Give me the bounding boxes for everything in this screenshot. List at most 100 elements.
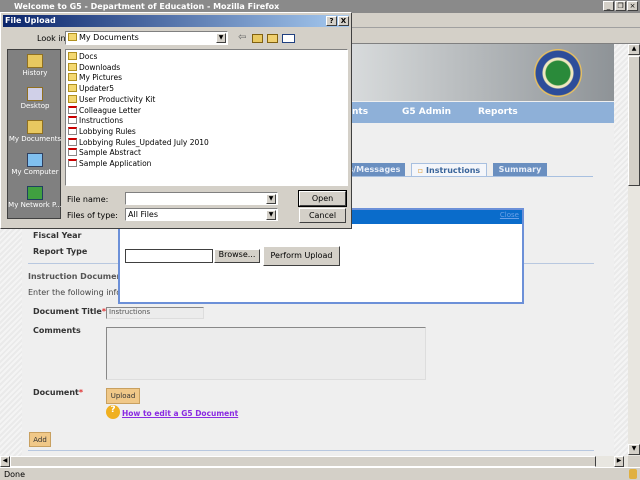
browse-button[interactable]: Browse...	[214, 249, 260, 263]
look-in-select[interactable]: My Documents ▼	[65, 31, 228, 45]
file-item[interactable]: Downloads	[68, 62, 121, 74]
add-button[interactable]: Add	[29, 432, 51, 447]
restore-button[interactable]: ❐	[615, 1, 626, 11]
place-desktop[interactable]: Desktop	[8, 85, 62, 118]
file-type-select[interactable]: All Files ▼	[125, 208, 278, 221]
h-scroll-thumb[interactable]	[10, 456, 596, 467]
file-name: User Productivity Kit	[79, 94, 156, 104]
dialog-title: File Upload	[5, 16, 56, 25]
perform-upload-button[interactable]: Perform Upload	[263, 246, 340, 266]
network-icon	[27, 186, 43, 200]
file-upload-dialog: File Upload ? X Look in: My Documents ▼ ⇦…	[0, 12, 352, 229]
pdf-file-icon	[68, 116, 77, 125]
vertical-scrollbar[interactable]: ▲ ▼	[628, 44, 640, 456]
nav-item-grants[interactable]: nts	[352, 107, 368, 117]
scroll-up-button[interactable]: ▲	[628, 44, 640, 55]
file-item[interactable]: Docs	[68, 52, 97, 63]
status-bar: Done	[0, 467, 640, 480]
view-menu-icon[interactable]	[282, 34, 295, 43]
open-button[interactable]: Open	[298, 190, 347, 207]
dialog-close-button[interactable]: X	[338, 16, 349, 26]
tab-label: Instructions	[426, 166, 481, 175]
file-path-input[interactable]	[125, 249, 213, 263]
place-history[interactable]: History	[8, 52, 62, 85]
look-in-label: Look in:	[37, 34, 69, 43]
file-item[interactable]: Lobbying Rules	[68, 126, 136, 138]
pdf-file-icon	[68, 148, 77, 157]
document-title-label: Document Title*	[33, 307, 106, 316]
folder-icon	[68, 33, 77, 41]
section-title: Instruction Document	[28, 272, 127, 281]
file-name: Colleague Letter	[79, 105, 141, 115]
place-label: My Network P...	[8, 201, 62, 209]
required-marker: *	[78, 388, 84, 397]
divider	[28, 450, 594, 451]
tab-instructions[interactable]: ▫ Instructions	[411, 163, 487, 177]
file-item[interactable]: Sample Abstract	[68, 148, 141, 159]
scroll-thumb[interactable]	[628, 56, 640, 186]
file-name: Docs	[79, 52, 98, 61]
file-item[interactable]: My Pictures	[68, 73, 122, 84]
chevron-down-icon: ▼	[216, 33, 226, 43]
chevron-down-icon: ▼	[266, 194, 276, 204]
scroll-down-button[interactable]: ▼	[628, 444, 640, 455]
file-name: My Pictures	[79, 73, 122, 83]
file-name: Downloads	[79, 62, 121, 72]
comments-label: Comments	[33, 326, 81, 335]
document-title-input[interactable]: Instructions	[106, 307, 204, 319]
arrow-icon: ▫	[417, 166, 427, 175]
help-icon: ?	[106, 405, 120, 419]
pdf-file-icon	[68, 105, 77, 114]
desktop-icon	[27, 87, 43, 101]
popup-close-link[interactable]: Close	[500, 211, 519, 219]
back-icon[interactable]: ⇦	[238, 32, 246, 43]
file-item[interactable]: User Productivity Kit	[68, 94, 156, 106]
file-type-value: All Files	[128, 210, 159, 219]
place-my-computer[interactable]: My Computer	[8, 151, 62, 184]
folder-icon	[68, 84, 77, 93]
places-bar: History Desktop My Documents My Computer…	[7, 49, 62, 219]
folder-icon	[68, 94, 77, 103]
upload-button[interactable]: Upload	[106, 388, 140, 404]
horizontal-scrollbar[interactable]: ◀ ▶	[0, 456, 628, 467]
help-link[interactable]: How to edit a G5 Document	[122, 409, 238, 418]
file-name: Sample Application	[79, 159, 152, 168]
place-my-network[interactable]: My Network P...	[8, 184, 62, 217]
folder-icon	[68, 52, 77, 60]
department-seal-logo	[534, 49, 582, 97]
comments-textarea[interactable]	[106, 327, 426, 380]
tab-summary[interactable]: Summary	[493, 163, 547, 177]
nav-item-reports[interactable]: Reports	[478, 107, 518, 117]
scroll-right-button[interactable]: ▶	[614, 456, 624, 467]
cancel-button[interactable]: Cancel	[299, 208, 346, 223]
file-name-input[interactable]: ▼	[125, 192, 278, 205]
file-item[interactable]: Sample Application	[68, 159, 151, 170]
minimize-button[interactable]: _	[603, 1, 614, 11]
lock-icon	[629, 469, 637, 479]
nav-item-g5-admin[interactable]: G5 Admin	[402, 107, 451, 117]
intro-text: Enter the following inform	[28, 288, 133, 297]
file-item[interactable]: Lobbying Rules_Updated July 2010	[68, 137, 209, 149]
window-close-button[interactable]: ×	[627, 1, 638, 11]
new-folder-icon[interactable]	[267, 34, 278, 43]
scroll-left-button[interactable]: ◀	[0, 456, 10, 467]
place-label: My Documents	[8, 135, 62, 143]
file-item[interactable]: Colleague Letter	[68, 105, 141, 117]
place-my-documents[interactable]: My Documents	[8, 118, 62, 151]
place-label: My Computer	[11, 168, 59, 176]
place-label: Desktop	[20, 102, 50, 110]
up-folder-icon[interactable]	[252, 34, 263, 43]
file-name: Lobbying Rules_Updated July 2010	[79, 137, 209, 147]
label-text: Document Title	[33, 307, 102, 316]
my-documents-icon	[27, 120, 43, 134]
folder-icon	[68, 62, 77, 71]
place-label: History	[22, 69, 48, 77]
file-item[interactable]: Instructions	[68, 116, 123, 127]
file-type-label: Files of type:	[67, 211, 118, 220]
tab-underline	[340, 176, 593, 177]
label-text: Document	[33, 388, 79, 397]
file-item[interactable]: Updater5	[68, 84, 114, 95]
folder-icon	[68, 73, 77, 82]
dialog-help-button[interactable]: ?	[326, 16, 337, 26]
document-label: Document*	[33, 388, 83, 397]
